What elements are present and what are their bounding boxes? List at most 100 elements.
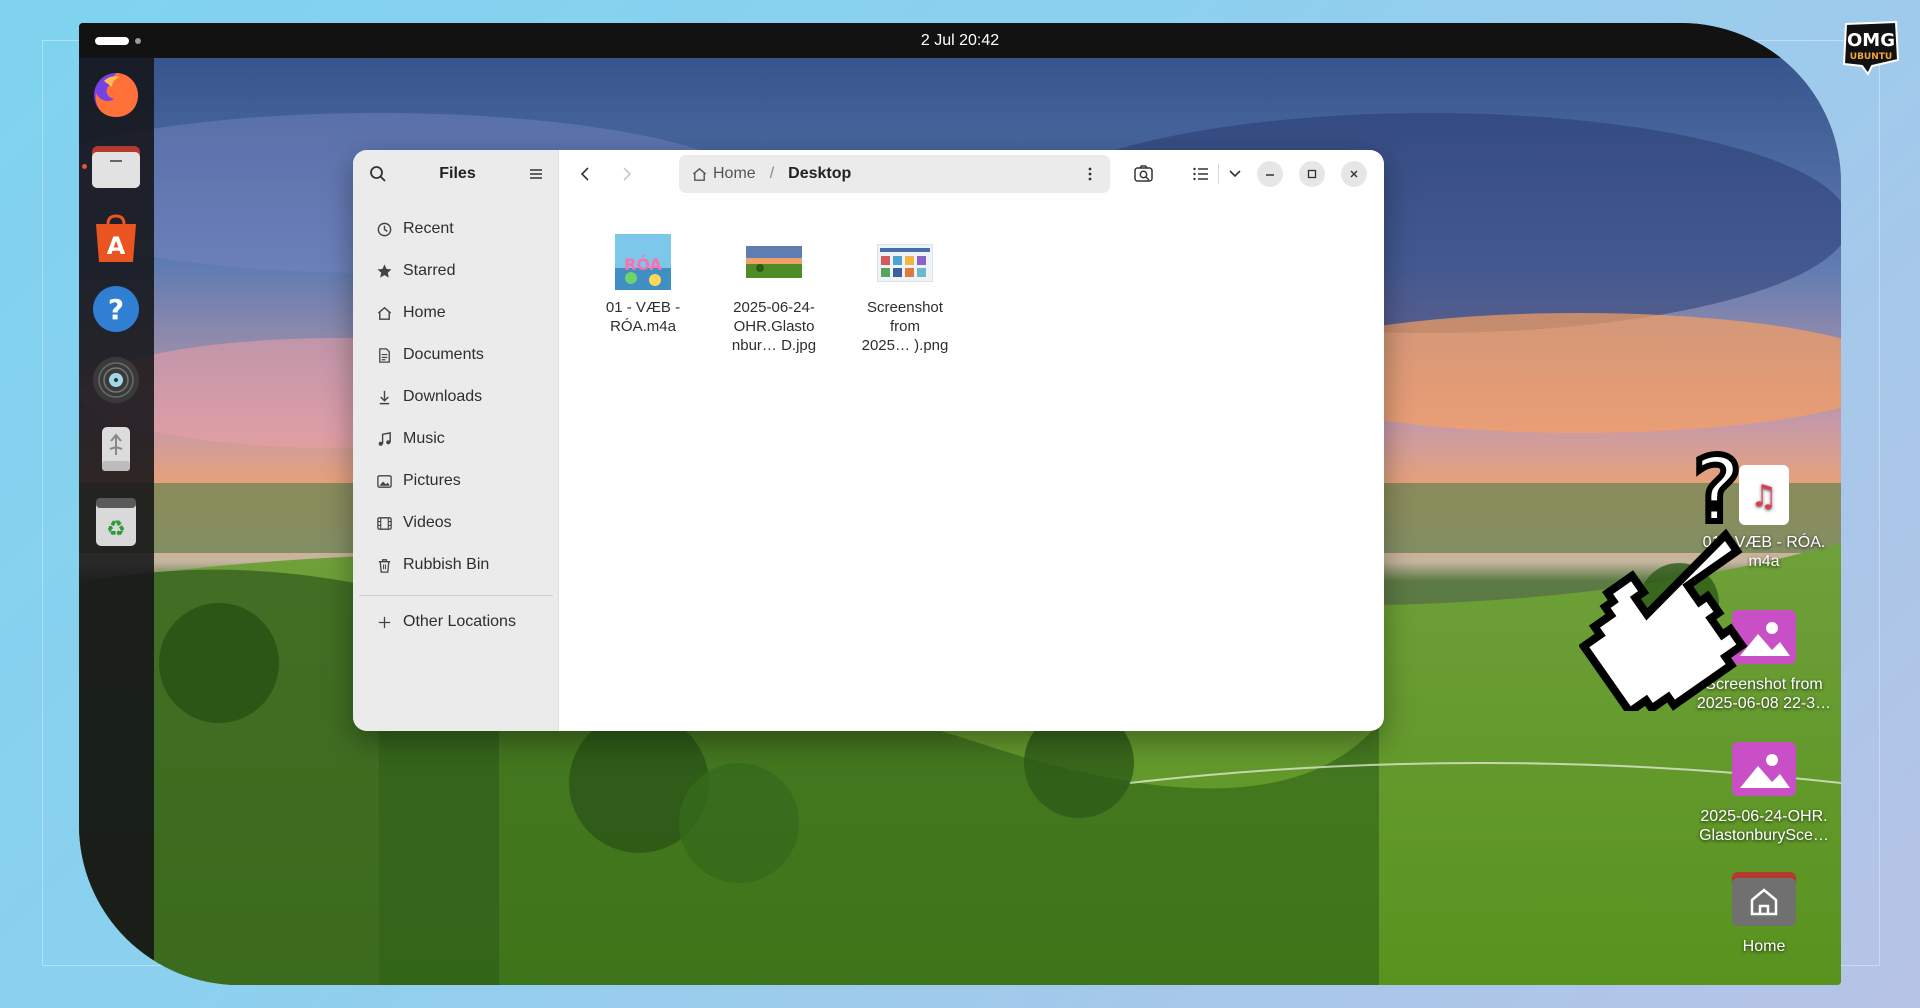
file-item-screenshot[interactable]: Screenshot from 2025… ).png — [847, 222, 963, 355]
desktop-icon-glastonbury[interactable]: 2025-06-24-OHR. GlastonburySce… — [1689, 737, 1839, 845]
sidebar-item-pictures[interactable]: Pictures — [361, 463, 551, 499]
sidebar-item-label: Other Locations — [403, 613, 516, 630]
video-icon — [377, 516, 392, 530]
main-content: Home / Desktop RÓA 01 - VÆB - RÓA.m4a 20… — [559, 150, 1384, 731]
star-icon — [377, 263, 392, 278]
sidebar-item-label: Documents — [403, 346, 484, 363]
dock-help[interactable]: ? — [89, 282, 143, 336]
activities-indicator[interactable] — [95, 37, 141, 45]
maximize-button[interactable] — [1299, 161, 1325, 187]
file-item-audio[interactable]: RÓA 01 - VÆB - RÓA.m4a — [585, 222, 701, 336]
maximize-icon — [1307, 169, 1317, 179]
desktop-icon-label: GlastonburySce… — [1699, 827, 1829, 844]
files-window: Files Recent Starred Home Documents Down… — [353, 150, 1384, 731]
sidebar-item-downloads[interactable]: Downloads — [361, 379, 551, 415]
clock[interactable]: 2 Jul 20:42 — [921, 32, 999, 50]
chevron-right-icon — [623, 167, 632, 181]
chevron-left-icon — [580, 167, 589, 181]
pictures-icon — [377, 474, 392, 488]
file-name-line: 2025-06-24- — [733, 299, 815, 316]
desktop-icon-label: Home — [1742, 938, 1786, 955]
firefox-icon — [94, 73, 138, 117]
search-icon[interactable] — [369, 165, 387, 183]
app-title: Files — [439, 165, 476, 182]
workspace-active-pill — [95, 37, 129, 45]
download-icon — [379, 390, 390, 404]
vinyl-record-icon — [93, 357, 139, 403]
trash-icon — [378, 558, 391, 573]
forward-button[interactable] — [613, 160, 641, 188]
desktop-icon-home[interactable]: Home — [1689, 867, 1839, 956]
dock-firefox[interactable] — [89, 68, 143, 122]
view-list-button[interactable] — [1187, 160, 1215, 188]
sidebar-item-other-locations[interactable]: Other Locations — [361, 604, 551, 640]
clock-icon — [377, 222, 392, 236]
question-mark-icon: ? — [1689, 441, 1743, 543]
hamburger-menu-icon[interactable] — [528, 167, 544, 181]
file-name-line: from — [890, 318, 920, 335]
svg-text:♻: ♻ — [106, 517, 126, 542]
back-button[interactable] — [571, 160, 599, 188]
sidebar-item-music[interactable]: Music — [361, 421, 551, 457]
view-options-button[interactable] — [1221, 160, 1249, 188]
omg-ubuntu-logo: OMG UBUNTU — [1842, 20, 1900, 76]
svg-text:?: ? — [108, 293, 124, 326]
breadcrumb-home[interactable]: Home — [691, 165, 756, 183]
close-icon — [1350, 170, 1358, 178]
sidebar-item-recent[interactable]: Recent — [361, 211, 551, 247]
file-name-line: 01 - VÆB - — [605, 299, 681, 316]
music-icon — [378, 431, 391, 446]
sidebar-item-label: Starred — [403, 262, 456, 279]
chevron-down-icon — [1229, 170, 1241, 178]
sidebar-item-rubbish-bin[interactable]: Rubbish Bin — [361, 547, 551, 583]
list-view-icon — [1193, 167, 1208, 181]
dock: A ? ♻ — [79, 58, 154, 985]
file-item-glastonbury[interactable]: 2025-06-24- OHR.Glasto nbur… D.jpg — [716, 222, 832, 355]
app-center-icon: A — [96, 214, 136, 262]
sidebar-item-label: Downloads — [403, 388, 483, 405]
svg-text:A: A — [107, 232, 126, 260]
breadcrumb-home-label: Home — [713, 165, 756, 182]
breadcrumb-current[interactable]: Desktop — [788, 165, 851, 183]
sidebar-item-documents[interactable]: Documents — [361, 337, 551, 373]
file-name-line: nbur… D.jpg — [731, 337, 817, 354]
sidebar-item-videos[interactable]: Videos — [361, 505, 551, 541]
sidebar-item-label: Recent — [403, 220, 454, 237]
sidebar: Files Recent Starred Home Documents Down… — [353, 150, 559, 731]
dock-files[interactable] — [82, 140, 143, 194]
top-bar: 2 Jul 20:42 — [79, 23, 1841, 58]
close-button[interactable] — [1341, 161, 1367, 187]
desktop-icon-label: 2025-06-24-OHR. — [1700, 808, 1828, 825]
trash-icon: ♻ — [96, 498, 136, 546]
home-folder-icon — [1732, 867, 1796, 931]
sidebar-item-label: Pictures — [403, 472, 461, 489]
sidebar-divider — [359, 595, 553, 596]
sidebar-item-starred[interactable]: Starred — [361, 253, 551, 289]
file-name-line: RÓA.m4a — [610, 318, 676, 335]
dock-usb-drive[interactable] — [89, 423, 143, 477]
sidebar-item-label: Rubbish Bin — [403, 556, 490, 573]
workspace-dot — [135, 38, 141, 44]
minimize-icon — [1266, 174, 1274, 176]
view-separator — [1218, 164, 1219, 184]
landscape-thumbnail — [716, 222, 832, 290]
screenshot-button[interactable] — [1130, 160, 1158, 188]
sidebar-item-home[interactable]: Home — [361, 295, 551, 331]
document-icon — [379, 347, 390, 363]
dock-rhythmbox[interactable] — [89, 353, 143, 407]
minimize-button[interactable] — [1257, 161, 1283, 187]
image-file-icon — [1732, 737, 1796, 801]
file-name-line: Screenshot — [867, 299, 943, 316]
dock-trash[interactable]: ♻ — [89, 495, 143, 549]
path-bar[interactable]: Home / Desktop — [679, 155, 1110, 193]
desktop-screen: 2 Jul 20:42 A ? ♻ ♫ 01 - VÆB - RÓA. m4a … — [79, 23, 1841, 985]
camera-search-icon — [1134, 165, 1153, 182]
dock-app-center[interactable]: A — [89, 212, 143, 266]
path-menu-button[interactable] — [1080, 164, 1100, 184]
running-indicator — [82, 164, 87, 169]
sidebar-item-label: Home — [403, 304, 446, 321]
file-name-line: 2025… ).png — [861, 337, 949, 354]
breadcrumb-separator: / — [769, 165, 775, 182]
sidebar-header: Files — [353, 150, 558, 198]
header-bar: Home / Desktop — [559, 150, 1384, 198]
